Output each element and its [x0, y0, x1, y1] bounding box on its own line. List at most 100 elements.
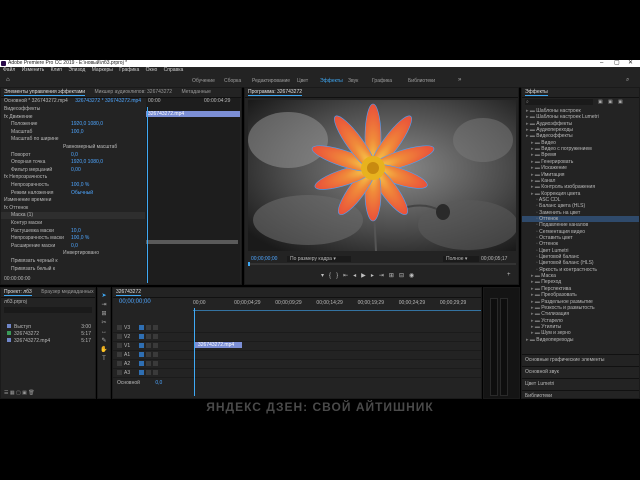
effects-tree-item[interactable]: ▫ Подавление каналов — [522, 222, 639, 228]
track-row[interactable]: V2 — [113, 333, 481, 342]
mark-in-icon[interactable]: { — [329, 273, 331, 279]
effect-row[interactable]: Опорная точка 1920,0 1080,0 — [1, 159, 145, 166]
menu-help[interactable]: Справка — [164, 67, 184, 73]
menu-edit[interactable]: Изменить — [22, 67, 45, 73]
effects-tree-item[interactable]: ▫ Цвет Lumetri — [522, 248, 639, 254]
effect-row[interactable]: Режим наложения Обычный — [1, 190, 145, 197]
tab-audio-clip-mixer[interactable]: Микшер аудиоклипов: 326743272 — [94, 89, 172, 95]
effect-row[interactable]: Инвертировано — [1, 250, 145, 257]
effects-tree-item[interactable]: ▸ ▬ Искажение — [522, 165, 639, 171]
sync-lock-icon[interactable] — [146, 325, 151, 331]
effects-tree-item[interactable]: ▸ ▬ Имитация — [522, 172, 639, 178]
solo-icon[interactable] — [153, 370, 158, 376]
sync-lock-icon[interactable] — [146, 343, 151, 349]
track-lock-icon[interactable] — [117, 370, 122, 376]
effect-row[interactable]: Равномерный масштаб — [1, 144, 145, 151]
go-to-in-icon[interactable]: ⇤ — [343, 273, 348, 279]
sequence-clip-label[interactable]: 326743272 * 326743272.mp4 — [75, 98, 141, 104]
menu-graphics[interactable]: Графика — [119, 67, 139, 73]
project-item[interactable]: 326743272.mp4 5:17 — [1, 338, 95, 345]
track-target-icon[interactable] — [139, 325, 144, 331]
effects-tree-item[interactable]: ▸ ▬ Устарело — [522, 318, 639, 324]
effects-search-input[interactable]: ⌕ — [525, 99, 593, 105]
effects-tree-item[interactable]: ▸ ▬ Видео с погружением — [522, 146, 639, 152]
panel-essential-sound[interactable]: Основной звук — [522, 366, 639, 378]
effect-row-value[interactable]: Равномерный масштаб — [63, 144, 117, 151]
program-timecode[interactable]: 00;00;00;00 — [251, 256, 277, 262]
track-lock-icon[interactable] — [117, 361, 122, 367]
search-icon[interactable]: ⌕ — [626, 77, 629, 84]
effect-row-value[interactable]: 0,0 — [71, 152, 78, 159]
track-target-icon[interactable] — [139, 361, 144, 367]
timeline-playhead[interactable] — [194, 308, 195, 396]
effects-tree-item[interactable]: ▸ ▬ Стилизация — [522, 311, 639, 317]
track-lock-icon[interactable] — [117, 334, 122, 340]
effect-row-value[interactable]: 100,0 % — [71, 235, 89, 242]
tab-effects[interactable]: Эффекты — [525, 89, 548, 96]
hand-tool-icon[interactable]: ✋ — [98, 346, 110, 355]
effect-row-value[interactable]: 10,0 — [71, 228, 81, 235]
effect-row[interactable]: Маска (1) — [1, 212, 145, 220]
effect-row-value[interactable]: 100,0 % — [71, 182, 89, 189]
effects-tree-item[interactable]: ▸ ▬ Преобразовать — [522, 292, 639, 298]
tab-program[interactable]: Программа: 326743272 — [248, 89, 303, 96]
track-label[interactable]: A3 — [124, 370, 136, 376]
effects-tree-item[interactable]: ▸ ▬ Утилиты — [522, 324, 639, 330]
accelerated-effects-icon[interactable]: ▣ — [598, 99, 603, 105]
video-frame[interactable] — [248, 100, 516, 251]
effects-tree-item[interactable]: ▸ ▬ Видео — [522, 140, 639, 146]
panel-lumetri-color[interactable]: Цвет Lumetri — [522, 378, 639, 390]
track-label[interactable]: V1 — [124, 343, 136, 349]
menu-window[interactable]: Окно — [146, 67, 158, 73]
play-icon[interactable]: ▶ — [361, 273, 366, 279]
sync-lock-icon[interactable] — [146, 334, 151, 340]
effects-tree-item[interactable]: ▸ ▬ Перспектива — [522, 286, 639, 292]
eye-icon[interactable] — [153, 325, 158, 331]
menu-sequence[interactable]: Эпизод — [68, 67, 85, 73]
effect-row[interactable]: Непрозрачность 100,0 % — [1, 182, 145, 189]
solo-icon[interactable] — [153, 352, 158, 358]
effect-row[interactable]: Изменение времени — [1, 197, 145, 204]
timeline-timecode[interactable]: 00;00;00;00 — [119, 299, 151, 305]
keyframe-area[interactable]: 00:00 00:00:04:29 326743272.mp4 — [146, 98, 240, 284]
workspace-learning[interactable]: Обучение — [192, 78, 215, 84]
effects-tree-item[interactable]: ▸ ▬ Аудиопереходы — [522, 127, 639, 133]
effects-tree-item[interactable]: ▫ Оттенок — [522, 241, 639, 247]
maximize-button[interactable]: ▢ — [614, 60, 620, 67]
new-bin-icon[interactable]: ▢ — [16, 390, 21, 396]
effects-tree-item[interactable]: ▸ ▬ Шум и зерно — [522, 330, 639, 336]
track-row[interactable]: V1 — [113, 342, 481, 351]
workspace-graphics[interactable]: Графика — [372, 78, 392, 84]
icon-view-icon[interactable]: ▦ — [10, 390, 15, 396]
effect-row[interactable]: fx Движение — [1, 114, 145, 121]
workspace-effects[interactable]: Эффекты — [320, 78, 343, 84]
track-row[interactable]: A3 — [113, 369, 481, 378]
mark-out-icon[interactable]: } — [336, 273, 338, 279]
track-target-icon[interactable] — [139, 370, 144, 376]
source-clip-label[interactable]: Основной * 326743272.mp4 — [4, 98, 68, 104]
32bit-effects-icon[interactable]: ▣ — [608, 99, 613, 105]
ripple-edit-tool-icon[interactable]: ⊞ — [98, 310, 110, 319]
quality-dropdown[interactable]: Полное ▾ — [443, 256, 479, 262]
effects-tree-item[interactable]: ▸ ▬ Раздельное размытие — [522, 299, 639, 305]
workspace-color[interactable]: Цвет — [297, 78, 308, 84]
effects-tree-item[interactable]: ▸ ▬ Коррекция цвета — [522, 191, 639, 197]
eye-icon[interactable] — [153, 334, 158, 340]
home-icon[interactable]: ⌂ — [6, 77, 10, 83]
effects-tree-item[interactable]: ▫ Оставить цвет — [522, 235, 639, 241]
minimize-button[interactable]: – — [600, 60, 603, 67]
effect-row-value[interactable]: Инвертировано — [63, 250, 99, 257]
track-target-icon[interactable] — [139, 343, 144, 349]
pen-tool-icon[interactable]: ✎ — [98, 337, 110, 346]
track-label[interactable]: A2 — [124, 361, 136, 367]
effect-row-value[interactable]: 1920,0 1080,0 — [71, 121, 103, 128]
razor-tool-icon[interactable]: ✂ — [98, 319, 110, 328]
track-lock-icon[interactable] — [117, 343, 122, 349]
kf-clip-bar[interactable]: 326743272.mp4 — [146, 111, 240, 117]
effects-tree-item[interactable]: ▫ Оттенок — [522, 215, 639, 222]
type-tool-icon[interactable]: T — [98, 355, 110, 364]
track-row[interactable]: A2 — [113, 360, 481, 369]
kf-playhead[interactable] — [147, 107, 148, 283]
mute-icon[interactable] — [146, 352, 151, 358]
track-label[interactable]: V2 — [124, 334, 136, 340]
